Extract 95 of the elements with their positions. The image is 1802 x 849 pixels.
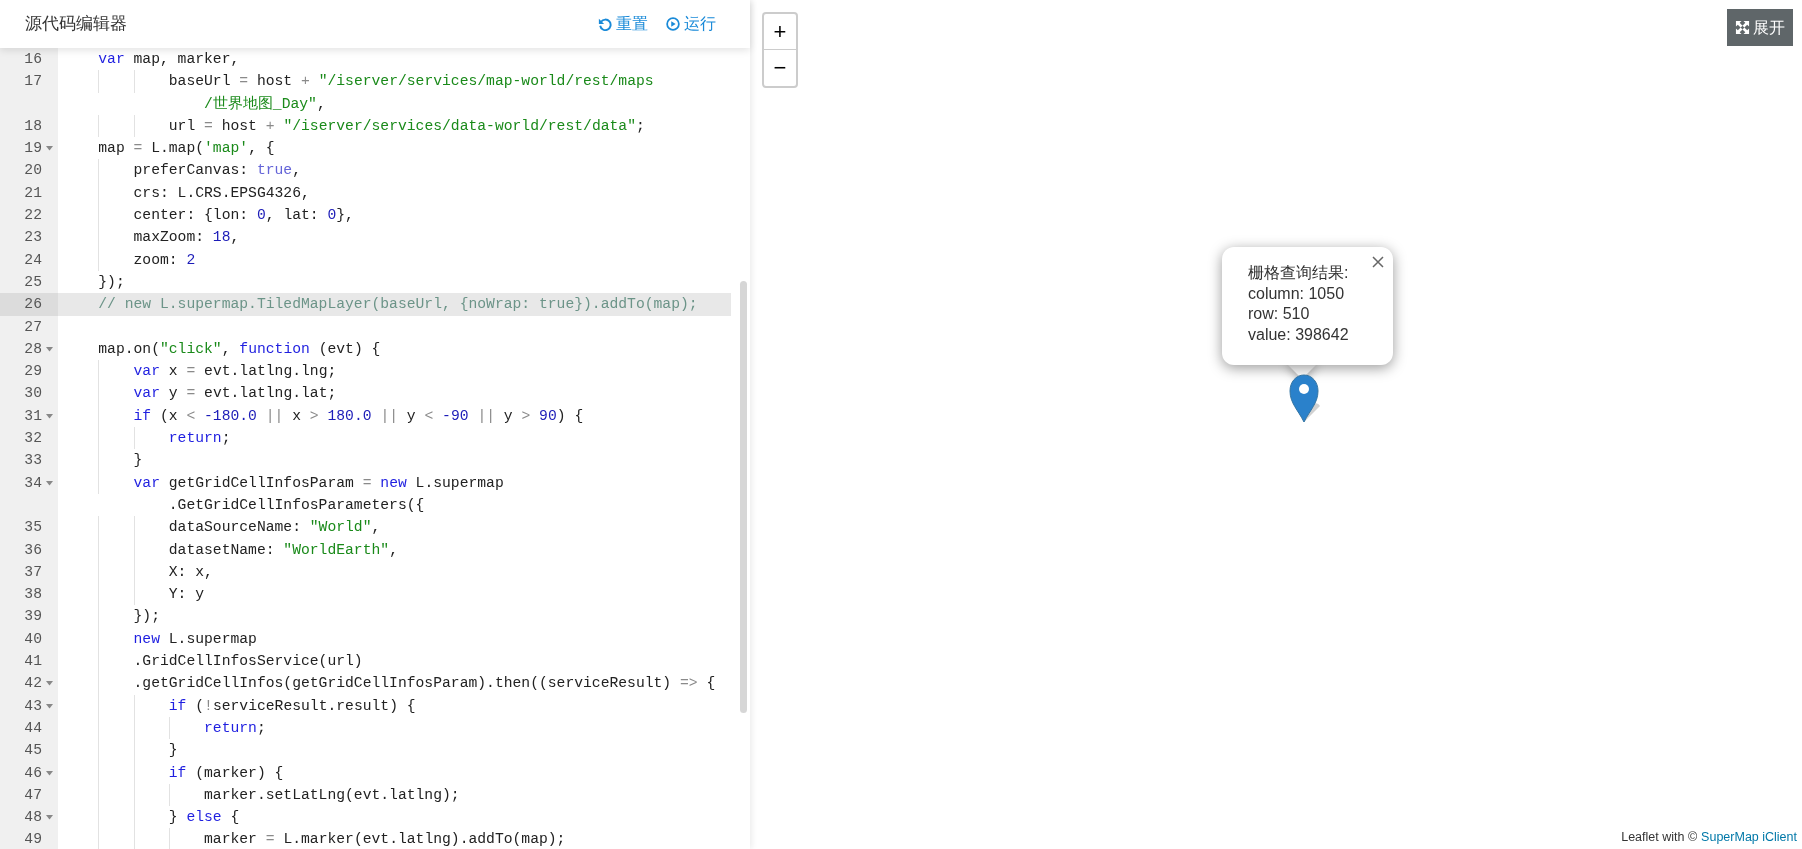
line-number: 17 (24, 72, 42, 92)
code-line: if (marker) { (167, 764, 284, 781)
line-number: 38 (24, 585, 42, 605)
code-line: new L.supermap (132, 630, 257, 647)
code-line: /世界地图_Day", (203, 95, 326, 112)
toolbar-button[interactable]: 运行 (666, 12, 716, 36)
line-number: 47 (24, 785, 42, 805)
popup-text: row: 510 (1248, 304, 1310, 324)
scrollbar-thumb[interactable] (740, 281, 747, 713)
code-line: map = L.map('map', { (97, 140, 275, 157)
line-number: 24 (24, 250, 42, 270)
code-line: crs: L.CRS.EPSG4326, (132, 184, 310, 201)
line-number: 42 (24, 674, 42, 694)
line-number: 31 (24, 406, 42, 426)
popup-title: 栅格查询结果: (1248, 263, 1349, 283)
fold-arrow-icon[interactable] (46, 346, 53, 352)
fold-arrow-icon[interactable] (46, 146, 53, 152)
line-number: 37 (24, 562, 42, 582)
code-line: if (!serviceResult.result) { (167, 697, 416, 714)
code-line: var map, marker, (97, 51, 240, 67)
code-line: }); (97, 273, 125, 290)
code-line: zoom: 2 (132, 251, 196, 268)
code-line: } (167, 742, 178, 759)
code-line: var y = evt.latlng.lat; (132, 385, 337, 402)
line-number: 28 (24, 339, 42, 359)
line-number: 18 (24, 116, 42, 136)
zoom-out-button[interactable]: − (764, 50, 796, 86)
line-number: 41 (24, 652, 42, 671)
line-number: 49 (24, 830, 42, 849)
code-line: map.on("click", function (evt) { (97, 340, 381, 357)
code-line: baseUrl = host + "/iserver/services/map-world/rest/maps (167, 73, 654, 90)
play-icon (666, 17, 680, 31)
line-number: 30 (24, 384, 42, 404)
attribution-link[interactable]: SuperMap iClient (1701, 828, 1797, 847)
code-line: return; (167, 430, 231, 447)
popup-text: column: 1050 (1248, 283, 1345, 304)
code-line: dataSourceName: "World", (167, 519, 381, 536)
line-number: 19 (24, 139, 42, 159)
code-line: .getGridCellInfos(getGridCellInfosParam).then((serviceResult) => { (132, 675, 716, 692)
toolbar-button[interactable]: 重置 (598, 12, 648, 36)
zoom-in-button[interactable]: + (764, 14, 796, 50)
code-line: X: x, (167, 563, 213, 580)
line-number: 22 (24, 206, 42, 226)
popup-text: value: 398642 (1248, 324, 1349, 345)
line-number: 25 (24, 272, 42, 292)
fold-arrow-icon[interactable] (46, 770, 53, 776)
code-line: return; (203, 719, 266, 736)
code-comment: // new L.supermap.TiledMapLayer(baseUrl, {noWrap: true}).addTo(map); (97, 296, 698, 313)
line-number: 20 (24, 161, 42, 181)
map-marker-icon (1287, 372, 1323, 424)
line-number: 34 (24, 473, 42, 493)
line-number: 33 (24, 451, 42, 471)
fold-arrow-icon[interactable] (46, 703, 53, 709)
line-number: 48 (24, 808, 42, 828)
line-number: 43 (24, 696, 42, 716)
line-number: 29 (24, 362, 42, 382)
editor-title: 源代码编辑器 (25, 13, 127, 36)
line-number: 39 (24, 607, 42, 627)
attribution-text: Leaflet with © (1621, 829, 1698, 847)
code-line: marker.setLatLng(evt.latlng); (203, 786, 460, 803)
fold-arrow-icon[interactable] (46, 815, 53, 821)
expand-button[interactable]: 展开 (1727, 9, 1793, 46)
fold-arrow-icon[interactable] (46, 480, 53, 486)
fold-arrow-icon[interactable] (46, 413, 53, 419)
line-number: 35 (24, 518, 42, 538)
code-line: var getGridCellInfosParam = new L.supermap (132, 474, 504, 491)
line-number: 16 (24, 50, 42, 69)
line-number: 45 (24, 741, 42, 761)
code-line: .GetGridCellInfosParameters({ (167, 496, 425, 513)
line-number: 27 (24, 317, 42, 337)
line-number: 26 (24, 295, 42, 315)
line-number: 21 (24, 183, 42, 203)
code-line: center: {lon: 0, lat: 0}, (132, 207, 354, 224)
reset-icon (598, 17, 612, 31)
code-line: datasetName: "WorldEarth", (167, 541, 398, 558)
code-line: url = host + "/iserver/services/data-world/rest/data"; (167, 117, 645, 134)
code-line: preferCanvas: true, (132, 162, 301, 179)
code-line: Y: y (167, 586, 205, 603)
code-line: if (x < -180.0 || x > 180.0 || y < -90 || y > 90) { (132, 407, 584, 424)
line-number: 40 (24, 629, 42, 649)
expand-icon (1735, 20, 1750, 35)
code-line: } (132, 452, 143, 469)
line-number: 36 (24, 540, 42, 560)
code-line: } else { (167, 809, 240, 826)
code-line: }); (132, 608, 160, 625)
line-number: 44 (24, 718, 42, 738)
code-line: var x = evt.latlng.lng; (132, 363, 337, 380)
code-line: .GridCellInfosService(url) (132, 653, 363, 669)
line-number: 46 (24, 763, 42, 783)
fold-arrow-icon[interactable] (46, 681, 53, 687)
line-number: 23 (24, 228, 42, 248)
code-line: marker = L.marker(evt.latlng).addTo(map); (203, 831, 566, 848)
close-icon[interactable] (1372, 256, 1384, 268)
code-line: maxZoom: 18, (132, 229, 240, 246)
line-number: 32 (24, 429, 42, 449)
